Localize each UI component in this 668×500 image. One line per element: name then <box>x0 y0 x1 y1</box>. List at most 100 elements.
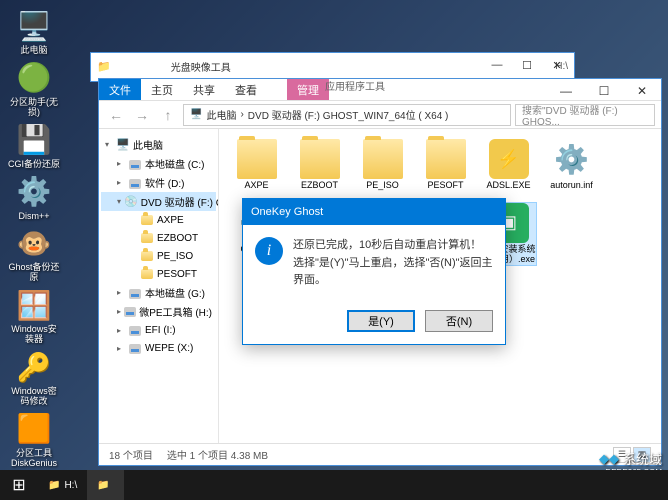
disk-icon <box>128 176 142 190</box>
tree-item[interactable]: PE_ISO <box>101 247 216 265</box>
taskbar-button[interactable]: 📁 <box>87 470 123 500</box>
start-button[interactable]: ⊞ <box>0 470 38 500</box>
ribbon-tabs: 文件 主页 共享 查看 应用程序工具 管理 — ☐ ✕ <box>99 79 661 101</box>
tree-label: PESOFT <box>157 269 197 280</box>
info-icon: i <box>255 237 283 265</box>
file-item[interactable]: PE_ISO <box>355 139 410 191</box>
app-icon: 🟧 <box>16 411 52 447</box>
tree-item[interactable]: ▸ 本地磁盘 (C:) <box>101 154 216 173</box>
file-label: PE_ISO <box>366 181 399 191</box>
folder-icon <box>140 213 154 227</box>
tree-icon: 💿 <box>124 195 138 209</box>
ribbon-app-group: 应用程序工具 <box>319 78 391 93</box>
crumb[interactable]: 此电脑 <box>206 107 236 122</box>
tree-item[interactable]: ▸本地磁盘 (G:) <box>101 283 216 302</box>
app-icon: 🖥️ <box>16 8 52 44</box>
icon-label: Windows密码修改 <box>8 387 60 407</box>
expand-arrow[interactable]: ▸ <box>117 344 125 353</box>
close-button[interactable]: ✕ <box>623 79 661 103</box>
minimize-button[interactable]: — <box>482 55 512 75</box>
icon-label: 此电脑 <box>20 46 47 56</box>
disk-icon <box>124 305 136 319</box>
expand-arrow[interactable]: ▸ <box>117 307 121 316</box>
dialog-title: OneKey Ghost <box>243 199 505 225</box>
forward-button[interactable]: → <box>131 104 153 126</box>
tree-item[interactable]: ▸软件 (D:) <box>101 173 216 192</box>
tree-item[interactable]: ▾🖥️此电脑 <box>101 135 216 154</box>
file-icon: ⚙️ <box>554 143 589 176</box>
no-button[interactable]: 否(N) <box>425 310 493 332</box>
tree-label: EFI (I:) <box>145 325 176 336</box>
desktop-icon[interactable]: 🟧分区工具DiskGenius <box>8 411 60 469</box>
tree-label: AXPE <box>157 215 184 226</box>
folder-icon <box>237 139 277 179</box>
icon-label: CGI备份还原 <box>8 160 60 170</box>
expand-arrow[interactable]: ▸ <box>117 159 125 168</box>
exe-icon: ⚡ <box>489 139 529 179</box>
tab-file[interactable]: 文件 <box>99 79 141 100</box>
dialog-message: 还原已完成，10秒后自动重启计算机！ 选择"是(Y)"马上重启，选择"否(N)"… <box>293 237 493 290</box>
file-item[interactable]: AXPE <box>229 139 284 191</box>
tree-label: 微PE工具箱 (H:) <box>139 304 212 319</box>
tab-home[interactable]: 主页 <box>141 82 183 98</box>
file-item[interactable]: EZBOOT <box>292 139 347 191</box>
crumb[interactable]: DVD 驱动器 (F:) GHOST_WIN7_64位 ( X64 ) <box>248 107 449 122</box>
file-label: PESOFT <box>427 181 463 191</box>
up-button[interactable]: ↑ <box>157 104 179 126</box>
app-icon: 🟢 <box>16 60 52 96</box>
file-item[interactable]: PESOFT <box>418 139 473 191</box>
tree-item[interactable]: ▾💿DVD 驱动器 (F:) GH <box>101 192 216 211</box>
desktop-icon[interactable]: 🟢分区助手(无损) <box>8 60 60 118</box>
app-icon: ⚙️ <box>16 174 52 210</box>
expand-arrow[interactable]: ▸ <box>117 178 125 187</box>
disk-icon <box>128 323 142 337</box>
breadcrumb[interactable]: 🖥️ 此电脑 › DVD 驱动器 (F:) GHOST_WIN7_64位 ( X… <box>183 104 511 126</box>
desktop-icon[interactable]: 🔑Windows密码修改 <box>8 349 60 407</box>
tree-label: 本地磁盘 (C:) <box>145 156 204 171</box>
file-item[interactable]: ⚙️ autorun.inf <box>544 139 599 191</box>
taskbar-label: H:\ <box>64 480 77 491</box>
icon-label: Dism++ <box>18 212 49 222</box>
navigation-tree: ▾🖥️此电脑▸本地磁盘 (C:)▸软件 (D:)▾💿DVD 驱动器 (F:) G… <box>99 129 219 443</box>
app-icon: 🪟 <box>16 287 52 323</box>
minimize-button[interactable]: — <box>547 79 585 103</box>
icon-label: 分区工具DiskGenius <box>8 449 60 469</box>
tree-item[interactable]: EZBOOT <box>101 229 216 247</box>
disk-icon <box>128 341 142 355</box>
expand-arrow[interactable]: ▾ <box>117 197 121 206</box>
desktop-icon[interactable]: 💾 CGI备份还原 <box>8 122 60 170</box>
tree-item[interactable]: AXPE <box>101 211 216 229</box>
expand-arrow[interactable]: ▸ <box>117 326 125 335</box>
tree-item[interactable]: ▸ EFI (I:) <box>101 321 216 339</box>
file-label: autorun.inf <box>550 181 593 191</box>
desktop-icon[interactable]: ⚙️ Dism++ <box>8 174 60 222</box>
tree-label: DVD 驱动器 (F:) GH <box>141 194 219 209</box>
yes-button[interactable]: 是(Y) <box>347 310 415 332</box>
tab-view[interactable]: 查看 <box>225 82 267 98</box>
desktop-icon[interactable]: 🖥️ 此电脑 <box>8 8 60 56</box>
dialog-line2: 选择"是(Y)"马上重启，选择"否(N)"返回主界面。 <box>293 255 493 290</box>
expand-arrow[interactable]: ▾ <box>105 140 113 149</box>
status-selection: 选中 1 个项目 4.38 MB <box>167 447 268 462</box>
tree-item[interactable]: PESOFT <box>101 265 216 283</box>
tree-item[interactable]: ▸WEPE (X:) <box>101 339 216 357</box>
taskbar-button[interactable]: 📁H:\ <box>38 470 87 500</box>
app-icon: 💾 <box>16 122 52 158</box>
back-button[interactable]: ← <box>105 104 127 126</box>
file-label: AXPE <box>244 181 268 191</box>
tree-item[interactable]: ▸ 微PE工具箱 (H:) <box>101 302 216 321</box>
expand-arrow[interactable]: ▸ <box>117 288 125 297</box>
tab-share[interactable]: 共享 <box>183 82 225 98</box>
file-label: EZBOOT <box>301 181 338 191</box>
close-button[interactable]: ✕ <box>542 55 572 75</box>
maximize-button[interactable]: ☐ <box>512 55 542 75</box>
desktop-icon[interactable]: 🪟Windows安装器 <box>8 287 60 345</box>
icon-label: 分区助手(无损) <box>8 98 60 118</box>
desktop: 🖥️ 此电脑 🟢分区助手(无损) 💾 CGI备份还原 ⚙️ Dism++ 🐵Ghost备份还原… <box>8 8 60 469</box>
search-input[interactable]: 搜索"DVD 驱动器 (F:) GHOS... <box>515 104 655 126</box>
address-bar: ← → ↑ 🖥️ 此电脑 › DVD 驱动器 (F:) GHOST_WIN7_6… <box>99 101 661 129</box>
disk-icon <box>128 286 142 300</box>
maximize-button[interactable]: ☐ <box>585 79 623 103</box>
file-item[interactable]: ⚡ADSL.EXE <box>481 139 536 191</box>
desktop-icon[interactable]: 🐵Ghost备份还原 <box>8 225 60 283</box>
